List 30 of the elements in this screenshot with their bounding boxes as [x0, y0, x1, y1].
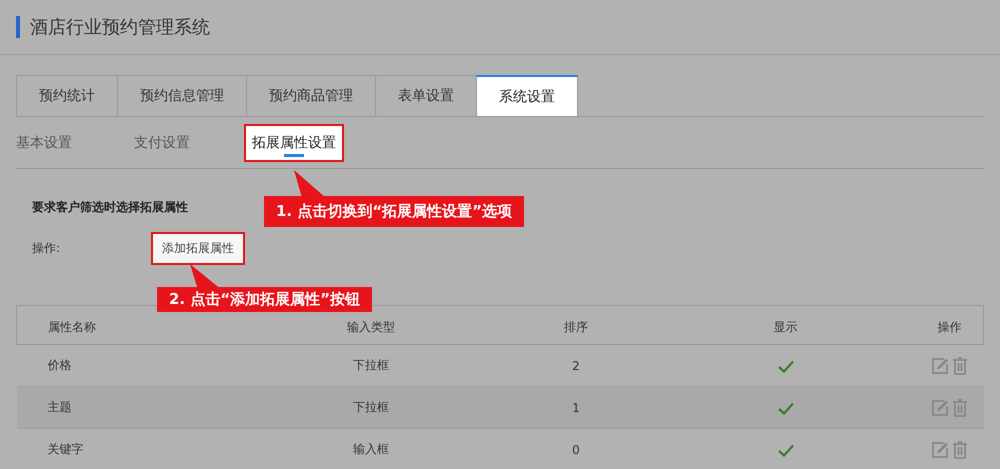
page-title: 酒店行业预约管理系统: [30, 16, 210, 39]
trash-icon[interactable]: [952, 356, 968, 374]
table-cell: 价格: [48, 357, 72, 374]
trash-icon[interactable]: [952, 398, 968, 416]
action-label: 操作:: [32, 240, 62, 257]
table-cell: 1: [572, 400, 580, 414]
table-cell: 输入框: [353, 441, 390, 458]
edit-icon[interactable]: [930, 440, 949, 458]
sub-tab[interactable]: 拓展属性设置: [246, 126, 342, 160]
column-header: 显示: [774, 318, 798, 336]
column-header: 排序: [564, 318, 588, 336]
trash-icon[interactable]: [952, 440, 968, 458]
nav-tab[interactable]: 预约统计: [16, 75, 118, 116]
table-cell: 0: [572, 442, 580, 456]
nav-tab[interactable]: 系统设置: [476, 75, 578, 116]
edit-icon[interactable]: [930, 356, 949, 374]
table-cell: 关键字: [48, 441, 84, 458]
add-attribute-button[interactable]: 添加拓展属性: [151, 232, 245, 265]
table-cell: 下拉框: [353, 399, 390, 416]
column-header: 操作: [937, 318, 962, 336]
accent-bar: [16, 16, 20, 38]
column-header: 输入类型: [347, 318, 396, 336]
column-header: 属性名称: [48, 318, 96, 336]
sub-tab[interactable]: 基本设置: [16, 126, 78, 160]
edit-icon[interactable]: [930, 398, 949, 416]
table-cell: 主题: [48, 399, 72, 416]
sub-tab[interactable]: 支付设置: [128, 126, 196, 160]
table-cell: 2: [572, 358, 580, 372]
table-cell: 下拉框: [353, 357, 390, 374]
section-title: 要求客户筛选时选择拓展属性: [32, 199, 188, 216]
